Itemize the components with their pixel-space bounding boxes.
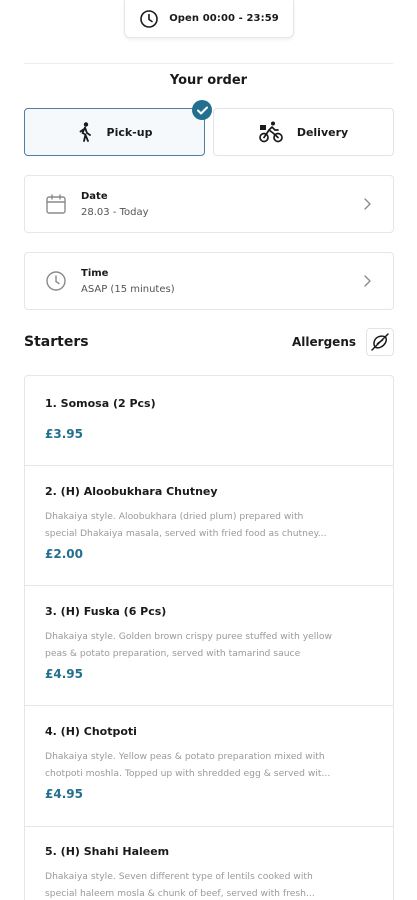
menu-item-name: 4. (H) Chotpoti	[45, 725, 137, 738]
starters-title: Starters	[24, 334, 89, 350]
your-order-title: Your order	[169, 73, 248, 88]
opening-hours-badge: Open 00:00 - 23:59	[124, 0, 294, 38]
starters-header: Starters Allergens	[24, 328, 394, 356]
menu-item-name: 3. (H) Fuska (6 Pcs)	[45, 605, 167, 618]
allergens-button[interactable]	[366, 328, 394, 356]
menu-item-price: £4.95	[45, 667, 83, 681]
time-selector[interactable]: Time ASAP (15 minutes)	[24, 252, 394, 310]
chevron-right-icon	[364, 198, 371, 210]
menu-item-description: Dhakaiya style. Yellow peas & potato pre…	[45, 751, 331, 779]
clock-icon	[46, 271, 66, 291]
walking-person-icon	[79, 122, 91, 142]
date-label: Date	[81, 190, 108, 202]
menu-item-price: £2.00	[45, 547, 83, 561]
date-selector[interactable]: Date 28.03 - Today	[24, 175, 394, 233]
allergens-filter[interactable]: Allergens	[292, 328, 394, 356]
menu-item-price: £4.95	[45, 787, 83, 801]
delivery-bike-icon	[258, 121, 283, 143]
menu-item[interactable]: 3. (H) Fuska (6 Pcs) Dhakaiya style. Gol…	[25, 586, 393, 706]
menu-item-name: 2. (H) Aloobukhara Chutney	[45, 485, 218, 498]
allergens-label[interactable]: Allergens	[292, 335, 356, 349]
menu-item-description: Dhakaiya style. Golden brown crispy pure…	[45, 631, 333, 659]
calendar-icon	[46, 194, 66, 214]
time-value: ASAP (15 minutes)	[81, 283, 175, 295]
menu-item[interactable]: 2. (H) Aloobukhara Chutney Dhakaiya styl…	[25, 466, 393, 586]
opening-hours-text: Open 00:00 - 23:59	[169, 13, 279, 24]
menu-item-name: 5. (H) Shahi Haleem	[45, 845, 170, 858]
time-label: Time	[81, 267, 109, 279]
menu-item[interactable]: 4. (H) Chotpoti Dhakaiya style. Yellow p…	[25, 706, 393, 827]
menu-item-name: 1. Somosa (2 Pcs)	[45, 397, 156, 410]
pickup-label: Pick-up	[106, 125, 153, 139]
chevron-right-icon	[364, 275, 371, 287]
starters-menu-list: 1. Somosa (2 Pcs) £3.95 2. (H) Aloobukha…	[24, 375, 394, 900]
date-value: 28.03 - Today	[81, 206, 149, 218]
clock-icon	[140, 9, 158, 28]
selected-check-icon	[192, 100, 212, 120]
menu-item-price: £3.95	[45, 427, 83, 441]
divider	[24, 63, 393, 64]
delivery-button[interactable]: Delivery	[213, 108, 394, 156]
pickup-button[interactable]: Pick-up	[24, 100, 212, 156]
menu-item[interactable]: 5. (H) Shahi Haleem Dhakaiya style. Seve…	[25, 827, 393, 900]
menu-item-description: Dhakaiya style. Seven different type of …	[45, 871, 315, 899]
delivery-label: Delivery	[296, 125, 349, 139]
menu-item-description: Dhakaiya style. Aloobukhara (dried plum)…	[45, 511, 327, 539]
menu-item[interactable]: 1. Somosa (2 Pcs) £3.95	[25, 376, 393, 466]
allergen-filter-icon	[371, 333, 389, 351]
